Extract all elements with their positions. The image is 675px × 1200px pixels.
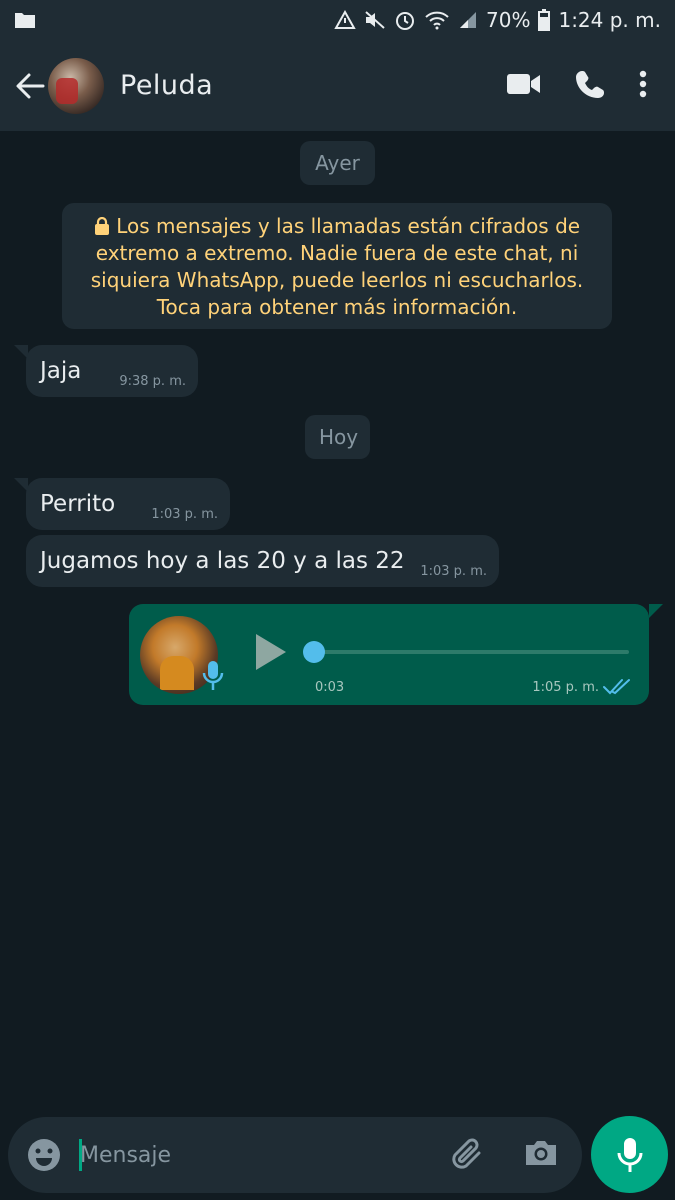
double-check-icon [603, 678, 631, 700]
camera-icon [526, 1141, 556, 1165]
alarm-icon [394, 9, 416, 31]
chat-area[interactable]: Ayer Los mensajes y las llamadas están c… [0, 131, 675, 1111]
message-time: 9:38 p. m. [119, 374, 186, 389]
play-icon [256, 634, 286, 670]
back-button[interactable] [6, 62, 54, 110]
contact-name[interactable]: Peluda [120, 70, 213, 101]
date-chip-yesterday: Ayer [300, 141, 375, 185]
video-call-button[interactable] [507, 73, 541, 99]
camera-button[interactable] [523, 1135, 559, 1175]
arrow-left-icon [16, 73, 45, 98]
microphone-icon [617, 1137, 642, 1172]
message-text: Perrito [40, 491, 116, 517]
folder-icon [14, 11, 36, 29]
voice-note-duration: 0:03 [315, 680, 345, 695]
message-time: 1:03 p. m. [420, 564, 487, 579]
bubble-tail [649, 604, 663, 618]
contact-avatar[interactable] [48, 57, 104, 114]
phone-icon [576, 70, 604, 98]
wifi-icon [424, 10, 450, 30]
message-time: 1:03 p. m. [151, 507, 218, 522]
chat-header: Peluda [0, 40, 675, 131]
message-input[interactable] [80, 1131, 440, 1179]
more-icon [639, 70, 647, 97]
status-bar: 70% 1:24 p. m. [0, 0, 675, 40]
play-button[interactable] [254, 632, 288, 676]
message-bubble[interactable]: Jugamos hoy a las 20 y a las 22 1:03 p. … [26, 535, 499, 587]
clock: 1:24 p. m. [558, 8, 661, 32]
message-time: 1:05 p. m. [532, 680, 599, 695]
emoji-button[interactable] [26, 1137, 62, 1177]
encryption-notice-text: Los mensajes y las llamadas están cifrad… [90, 214, 584, 319]
message-text: Jaja [40, 358, 82, 384]
date-chip-today: Hoy [305, 415, 370, 459]
video-call-icon [507, 73, 540, 94]
lock-icon [94, 216, 109, 235]
encryption-notice[interactable]: Los mensajes y las llamadas están cifrad… [62, 203, 612, 329]
voice-note-bubble[interactable]: 0:03 1:05 p. m. [129, 604, 649, 705]
message-text: Jugamos hoy a las 20 y a las 22 [40, 548, 405, 574]
message-bubble[interactable]: Jaja 9:38 p. m. [26, 345, 198, 397]
message-composer [8, 1117, 582, 1193]
more-options-button[interactable] [639, 70, 647, 102]
battery-percent: 70% [486, 8, 531, 32]
mute-icon [364, 10, 386, 30]
message-bubble[interactable]: Perrito 1:03 p. m. [26, 478, 230, 530]
audio-progress-track[interactable] [315, 650, 629, 654]
record-voice-button[interactable] [591, 1116, 668, 1193]
emoji-icon [28, 1139, 60, 1171]
nfc-icon [334, 10, 356, 30]
attach-button[interactable] [449, 1135, 485, 1179]
paperclip-icon [452, 1138, 481, 1169]
signal-icon [458, 10, 478, 30]
mic-icon [202, 659, 224, 697]
battery-icon [538, 9, 551, 31]
voice-call-button[interactable] [575, 69, 605, 103]
audio-seek-handle[interactable] [303, 641, 325, 663]
